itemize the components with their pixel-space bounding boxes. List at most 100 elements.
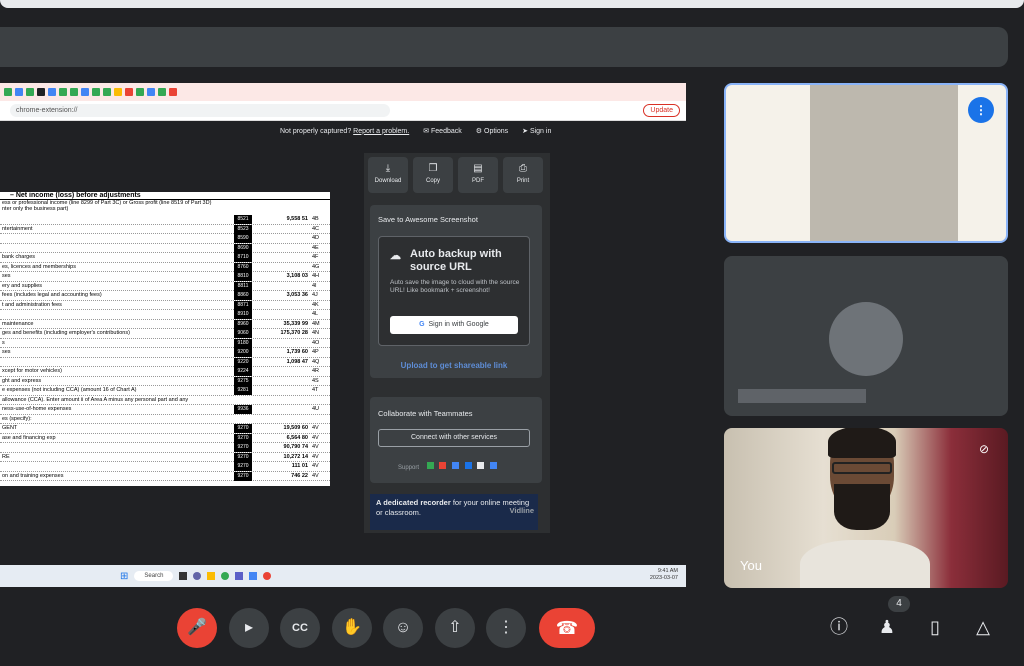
tab-icon[interactable] — [81, 88, 89, 96]
form-row: 8590 4D — [0, 234, 330, 244]
tab-icon[interactable] — [37, 88, 45, 96]
save-title: Save to Awesome Screenshot — [378, 215, 478, 224]
meeting-info-button[interactable]: ⓘ — [826, 614, 852, 640]
taskbar-app-icon[interactable] — [179, 572, 188, 580]
people-button[interactable]: ♟ — [874, 614, 900, 640]
form-row: fees (includes legal and accounting fees… — [0, 291, 330, 301]
mic-off-icon: 🎤 — [187, 619, 207, 636]
address-bar[interactable]: chrome-extension:// Update — [0, 101, 686, 121]
camera-icon: ▸ — [244, 619, 254, 636]
recorder-promo[interactable]: A dedicated recorder for your online mee… — [370, 494, 538, 530]
self-name-label: You — [740, 558, 762, 573]
options-link[interactable]: ⚙ Options — [476, 127, 508, 135]
tab-icon[interactable] — [4, 88, 12, 96]
end-call-button[interactable]: ☎ — [539, 608, 595, 648]
tab-icon[interactable] — [26, 88, 34, 96]
top-strip — [0, 0, 1024, 8]
feedback-link[interactable]: ✉ Feedback — [423, 127, 462, 135]
captions-icon: CC — [292, 622, 308, 634]
form-row: 9270 111 01 4V — [0, 462, 330, 472]
more-options-button[interactable]: ⋮ — [486, 608, 526, 648]
form-row: GENT 9270 19,509 60 4V — [0, 424, 330, 434]
microphone-button[interactable]: 🎤 — [177, 608, 217, 648]
tab-icon[interactable] — [59, 88, 67, 96]
tab-icon[interactable] — [48, 88, 56, 96]
update-button[interactable]: Update — [643, 104, 680, 117]
taskbar-app-icon[interactable] — [249, 572, 258, 580]
taskbar-app-icon[interactable] — [193, 572, 202, 580]
tab-icon[interactable] — [114, 88, 122, 96]
capture-notice: Not properly captured? Report a problem. — [280, 127, 410, 135]
tab-icon[interactable] — [15, 88, 23, 96]
form-row: ntertainment 8523 4C — [0, 224, 330, 234]
self-video-tile[interactable]: You ⊘ — [724, 428, 1008, 588]
participant-tile[interactable] — [724, 256, 1008, 416]
support-row: Support — [398, 462, 498, 471]
download-icon: ⤓ — [385, 163, 391, 174]
captions-button[interactable]: CC — [280, 608, 320, 648]
taskbar-clock: 9:41 AM 2023-03-07 — [649, 568, 678, 581]
participant-count-badge: 4 — [888, 596, 910, 612]
form-row: ses 9200 1,739 60 4P — [0, 348, 330, 358]
pdf-icon: ▤ — [473, 163, 483, 174]
extension-header: Not properly captured? Report a problem.… — [280, 127, 551, 136]
browser-tab-strip[interactable] — [0, 83, 686, 101]
tab-icon[interactable] — [92, 88, 100, 96]
tab-icon[interactable] — [136, 88, 144, 96]
google-icon: G — [419, 321, 425, 328]
taskbar-chrome-icon[interactable] — [263, 572, 272, 580]
form-row: ght and express 9275 4S — [0, 376, 330, 386]
github-icon[interactable] — [477, 462, 485, 469]
form-row: t and administration fees 8871 4K — [0, 300, 330, 310]
copy-icon: ❐ — [428, 163, 438, 174]
taskbar-chrome-icon[interactable] — [221, 572, 230, 580]
tax-form-document: – Net income (loss) before adjustments e… — [0, 192, 330, 486]
cloud-upload-icon: ☁ — [390, 250, 401, 262]
chat-button[interactable]: ▯ — [922, 614, 948, 640]
taskbar-teams-icon[interactable] — [235, 572, 244, 580]
support-icon[interactable] — [439, 462, 447, 469]
activities-button[interactable]: △ — [970, 614, 996, 640]
form-row: s 9180 4O — [0, 338, 330, 348]
google-signin-button[interactable]: G Sign in with Google — [390, 316, 518, 334]
form-row: 8521 9,558 51 4B — [0, 215, 330, 225]
connect-services-button[interactable]: Connect with other services — [378, 429, 530, 447]
raise-hand-button[interactable]: ✋ — [332, 608, 372, 648]
action-button-download[interactable]: ⤓ Download — [368, 157, 408, 193]
form-row: RE 9270 10,272 14 4V — [0, 452, 330, 462]
camera-button[interactable]: ▸ — [229, 608, 269, 648]
form-row: maintenance 8960 35,339 99 4M — [0, 319, 330, 329]
signin-link[interactable]: ➤ Sign in — [522, 127, 551, 135]
action-button-pdf[interactable]: ▤ PDF — [458, 157, 498, 193]
form-row: ery and supplies 8811 4I — [0, 281, 330, 291]
tab-icon[interactable] — [70, 88, 78, 96]
participant-tile-speaking[interactable]: ⋮ — [724, 83, 1008, 243]
form-row: ges and benefits (including employer's c… — [0, 329, 330, 339]
windows-start-icon[interactable]: ⊞ — [120, 571, 128, 582]
url-field[interactable]: chrome-extension:// — [10, 104, 390, 117]
upload-button[interactable]: Upload to get shareable link — [378, 356, 530, 376]
reactions-button[interactable]: ☺ — [383, 608, 423, 648]
taskbar-search[interactable]: Search — [134, 571, 174, 581]
tab-icon[interactable] — [169, 88, 177, 96]
tab-icon[interactable] — [147, 88, 155, 96]
taskbar-folder-icon[interactable] — [207, 572, 216, 580]
present-button[interactable]: ⇧ — [435, 608, 475, 648]
form-heading: – Net income (loss) before adjustments — [0, 192, 330, 200]
tab-icon[interactable] — [158, 88, 166, 96]
form-row: es, licences and memberships 8760 4G — [0, 262, 330, 272]
support-icon[interactable] — [452, 462, 460, 469]
support-icon[interactable] — [426, 462, 434, 469]
tab-icon[interactable] — [125, 88, 133, 96]
action-button-print[interactable]: ⎙ Print — [503, 157, 543, 193]
vidline-logo: Vidline — [509, 506, 534, 515]
support-icon[interactable] — [464, 462, 472, 469]
mic-off-icon: ⊘ — [978, 442, 990, 456]
action-button-copy[interactable]: ❐ Copy — [413, 157, 453, 193]
support-icon[interactable] — [490, 462, 498, 469]
shapes-icon: △ — [976, 617, 990, 637]
tab-icon[interactable] — [103, 88, 111, 96]
report-problem-link[interactable]: Report a problem. — [353, 128, 409, 135]
hang-up-icon: ☎ — [555, 618, 579, 638]
form-row: 9220 1,098 47 4Q — [0, 357, 330, 367]
